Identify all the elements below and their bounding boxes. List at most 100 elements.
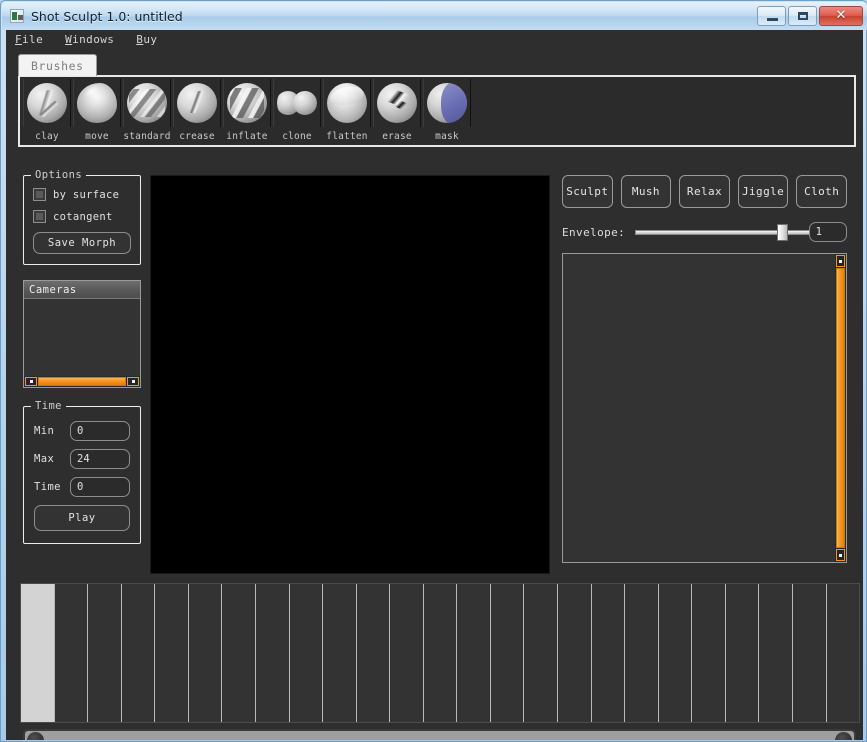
- timeline-frame-cell[interactable]: [256, 584, 290, 722]
- brush-item-clay[interactable]: clay: [22, 79, 72, 142]
- timeline-frame-cell[interactable]: [88, 584, 122, 722]
- timeline-frame-cell[interactable]: [390, 584, 424, 722]
- layers-scroll-down-button[interactable]: [836, 549, 845, 561]
- cameras-scroll-right-button[interactable]: [127, 377, 139, 386]
- brush-mask-icon: [427, 83, 467, 123]
- timeline-frame-cell[interactable]: [759, 584, 793, 722]
- timeline-frame-cell[interactable]: [424, 584, 458, 722]
- left-panel: Options by surface cotangent Save Morph …: [23, 175, 141, 544]
- cameras-list[interactable]: [24, 299, 140, 376]
- menu-windows-label: indows: [72, 33, 114, 46]
- timeline-frame-cell[interactable]: [558, 584, 592, 722]
- maximize-button[interactable]: [788, 6, 817, 26]
- brush-item-erase[interactable]: erase: [372, 79, 422, 142]
- timeline-frame-cell[interactable]: [290, 584, 324, 722]
- timeline-frame-cell[interactable]: [55, 584, 89, 722]
- brush-clone-icon: [277, 83, 317, 123]
- timeline-frame-cell[interactable]: [625, 584, 659, 722]
- save-morph-button[interactable]: Save Morph: [33, 232, 131, 254]
- brush-standard-icon: [127, 83, 167, 123]
- mode-button-jiggle[interactable]: Jiggle: [738, 175, 789, 208]
- layers-scroll-thumb[interactable]: [836, 268, 845, 548]
- timeline-hscrollbar[interactable]: [23, 729, 856, 740]
- timeline-frame-cell[interactable]: [222, 584, 256, 722]
- menu-windows[interactable]: Windows: [65, 33, 114, 46]
- layers-scroll-up-button[interactable]: [836, 255, 845, 267]
- envelope-value-input[interactable]: 1: [809, 222, 847, 242]
- time-current-label: Time: [34, 481, 70, 493]
- time-current-input[interactable]: 0: [70, 477, 130, 497]
- timeline-frame-cell[interactable]: [524, 584, 558, 722]
- timeline-frame-cell[interactable]: [659, 584, 693, 722]
- mode-button-relax[interactable]: Relax: [679, 175, 730, 208]
- timeline-frame-cell[interactable]: [189, 584, 223, 722]
- application-window: Shot Sculpt 1.0: untitled ✕ File Windows…: [0, 0, 867, 742]
- scroll-up-icon: [839, 260, 842, 263]
- brush-erase-icon-wrap: [373, 79, 421, 127]
- checkbox-by-surface[interactable]: by surface: [33, 188, 131, 201]
- brush-item-flatten[interactable]: flatten: [322, 79, 372, 142]
- timeline-frame-cell[interactable]: [155, 584, 189, 722]
- time-max-label: Max: [34, 453, 70, 465]
- cotangent-checkbox-box[interactable]: [33, 210, 46, 223]
- brush-flatten-icon-wrap: [323, 79, 371, 127]
- viewport-3d[interactable]: [150, 175, 550, 574]
- envelope-slider[interactable]: [635, 224, 799, 240]
- brush-item-standard[interactable]: standard: [122, 79, 172, 142]
- envelope-slider-handle[interactable]: [777, 224, 788, 241]
- time-max-input[interactable]: 24: [70, 449, 130, 469]
- mode-button-sculpt[interactable]: Sculpt: [562, 175, 613, 208]
- envelope-label: Envelope:: [562, 226, 625, 239]
- brush-clay-label: clay: [35, 131, 59, 142]
- timeline-frame-cell[interactable]: [692, 584, 726, 722]
- timeline-frame-cell[interactable]: [491, 584, 525, 722]
- timeline-frame-cell[interactable]: [122, 584, 156, 722]
- timeline-frame-cell[interactable]: [323, 584, 357, 722]
- timeline-frame-cell[interactable]: [21, 584, 55, 722]
- minimize-icon: [767, 18, 778, 21]
- scroll-left-icon: [30, 380, 33, 383]
- brush-clone-icon-wrap: [273, 79, 321, 127]
- minimize-button[interactable]: [757, 6, 786, 26]
- play-button[interactable]: Play: [34, 505, 130, 531]
- brush-item-mask[interactable]: mask: [422, 79, 472, 142]
- time-min-input[interactable]: 0: [70, 421, 130, 441]
- timeline[interactable]: [20, 583, 860, 723]
- tab-strip: Brushes: [18, 53, 856, 75]
- cotangent-label: cotangent: [53, 211, 113, 223]
- close-button[interactable]: ✕: [819, 6, 863, 26]
- mode-button-cloth[interactable]: Cloth: [796, 175, 847, 208]
- timeline-frame-cell[interactable]: [592, 584, 626, 722]
- brush-item-inflate[interactable]: inflate: [222, 79, 272, 142]
- menu-file[interactable]: File: [15, 33, 43, 46]
- cameras-scroll-left-button[interactable]: [25, 377, 37, 386]
- tab-brushes[interactable]: Brushes: [18, 54, 97, 76]
- timeline-frame-cell[interactable]: [827, 584, 860, 722]
- brush-item-clone[interactable]: clone: [272, 79, 322, 142]
- menu-buy[interactable]: Buy: [136, 33, 157, 46]
- mode-button-mush[interactable]: Mush: [621, 175, 672, 208]
- menu-file-label: ile: [22, 33, 43, 46]
- cameras-scroll-thumb[interactable]: [38, 377, 126, 386]
- cameras-hscrollbar[interactable]: [24, 376, 140, 387]
- brush-item-crease[interactable]: crease: [172, 79, 222, 142]
- brush-clone-label: clone: [282, 131, 312, 142]
- by-surface-checkbox-box[interactable]: [33, 188, 46, 201]
- timeline-scroll-left-grip[interactable]: [27, 732, 44, 741]
- layers-list[interactable]: [563, 254, 835, 562]
- cameras-panel: Cameras: [23, 280, 141, 388]
- time-min-row: Min 0: [34, 421, 130, 441]
- timeline-frame-cell[interactable]: [793, 584, 827, 722]
- timeline-scroll-right-grip[interactable]: [835, 732, 852, 741]
- timeline-frame-cell[interactable]: [457, 584, 491, 722]
- scroll-right-icon: [132, 380, 135, 383]
- timeline-frame-cell[interactable]: [726, 584, 760, 722]
- layers-vscrollbar[interactable]: [835, 254, 846, 562]
- brush-move-icon-wrap: [73, 79, 121, 127]
- scroll-down-icon: [839, 554, 842, 557]
- right-panel: Sculpt Mush Relax Jiggle Cloth Envelope:…: [562, 175, 847, 563]
- timeline-frame-cell[interactable]: [357, 584, 391, 722]
- brush-item-move[interactable]: move: [72, 79, 122, 142]
- brush-standard-icon-wrap: [123, 79, 171, 127]
- checkbox-cotangent[interactable]: cotangent: [33, 210, 131, 223]
